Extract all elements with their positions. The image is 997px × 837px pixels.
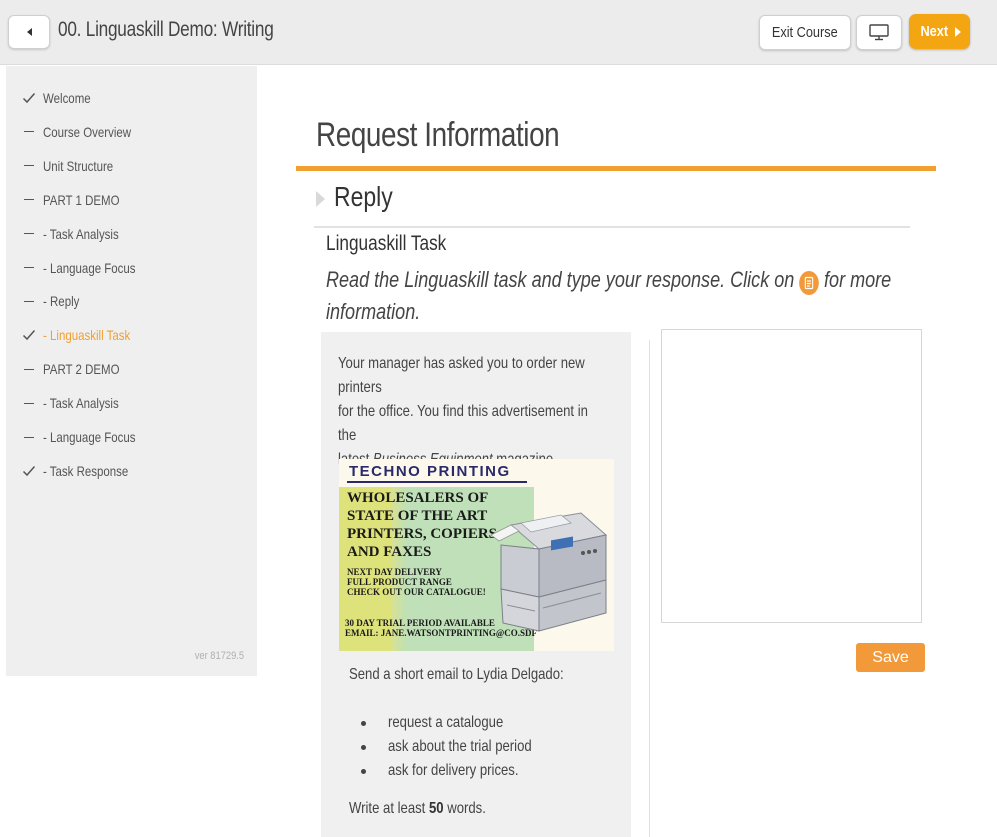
checkmark-icon (22, 328, 36, 342)
sidebar-item[interactable]: Unit Structure (6, 151, 257, 181)
section-title: Reply (334, 181, 393, 212)
sidebar-item-label: - Language Focus (43, 429, 136, 445)
instructions-line-2: information. (326, 299, 421, 324)
task-intro: Your manager has asked you to order new … (338, 352, 609, 472)
chevron-right-icon (954, 26, 961, 37)
next-label: Next (920, 23, 949, 40)
word-count-post: words. (447, 800, 486, 817)
word-count-instruction: Write at least 50 words. (349, 800, 486, 818)
ad-features: NEXT DAY DELIVERY FULL PRODUCT RANGE CHE… (347, 567, 486, 597)
task-panel: Your manager has asked you to order new … (321, 332, 631, 837)
notes-icon[interactable] (799, 271, 820, 295)
task-intro-line-2: for the office. You find this advertisem… (338, 403, 588, 444)
task-bullet-text: ask about the trial period (388, 738, 532, 755)
dash-icon (22, 227, 36, 241)
sidebar-item[interactable]: PART 2 DEMO (6, 354, 257, 384)
sidebar-item-label: - Task Analysis (43, 395, 119, 412)
instructions: Read the Linguaskill task and type your … (326, 264, 966, 328)
ad-headline-line-4: AND FAXES (347, 544, 432, 560)
display-mode-button[interactable] (856, 15, 902, 50)
ad-headline-line-1: WHOLESALERS OF (347, 490, 489, 506)
task-bullet-text: ask for delivery prices. (388, 762, 519, 779)
sidebar: ver 81729.5 Welcome Course Overview Unit S… (6, 66, 257, 676)
sidebar-item[interactable]: - Task Analysis (6, 219, 257, 249)
advertisement-image: TECHNO PRINTING WHOLESALERS OF STATE OF … (339, 459, 614, 651)
next-button[interactable]: Next (909, 14, 970, 49)
checkmark-icon (22, 91, 36, 105)
version-label: ver 81729.5 (194, 650, 244, 662)
dash-icon (22, 430, 36, 444)
ad-feature-2: FULL PRODUCT RANGE (347, 577, 452, 587)
sidebar-item-label: Welcome (43, 90, 91, 106)
dash-icon (22, 294, 36, 308)
ad-headline-line-3: PRINTERS, COPIERS (347, 526, 498, 542)
ad-title-rule (347, 481, 527, 483)
task-intro-line-1: Your manager has asked you to order new … (338, 355, 585, 396)
chevron-left-icon (26, 28, 32, 36)
course-title: 00. Linguaskill Demo: Writing (58, 18, 274, 41)
instructions-text-1: Read the Linguaskill task and type your … (326, 267, 795, 292)
ad-headline-line-2: STATE OF THE ART (347, 508, 488, 524)
dash-icon (22, 193, 36, 207)
dash-icon (22, 362, 36, 376)
bullet-dot-icon (361, 769, 366, 774)
back-button[interactable] (8, 15, 50, 49)
sidebar-item-label: - Task Analysis (43, 225, 119, 242)
sidebar-item[interactable]: Welcome (6, 83, 257, 113)
sidebar-item[interactable]: - Task Response (6, 456, 257, 486)
ad-feature-1: NEXT DAY DELIVERY (347, 567, 442, 577)
section-header[interactable]: Reply (314, 178, 910, 228)
sidebar-item-label: Unit Structure (43, 157, 114, 174)
panel-divider (649, 340, 650, 837)
sidebar-item[interactable]: - Reply (6, 286, 257, 316)
expand-arrow-icon (316, 191, 325, 207)
title-divider (296, 166, 936, 171)
ad-feature-3: CHECK OUT OUR CATALOGUE! (347, 587, 486, 597)
dash-icon (22, 125, 36, 139)
sidebar-item-label: - Task Response (43, 462, 129, 479)
task-heading: Linguaskill Task (326, 232, 447, 255)
monitor-icon (869, 24, 889, 41)
sidebar-item[interactable]: - Language Focus (6, 422, 257, 452)
instructions-line-1: Read the Linguaskill task and type your … (326, 264, 891, 296)
dash-icon (22, 396, 36, 410)
checkmark-icon (22, 464, 36, 478)
printer-icon (491, 512, 608, 632)
sidebar-item[interactable]: Course Overview (6, 117, 257, 147)
sidebar-item[interactable]: - Linguaskill Task (6, 320, 257, 350)
ad-title: TECHNO PRINTING (349, 463, 511, 480)
sidebar-item-label: - Language Focus (43, 259, 136, 276)
sidebar-item-label: - Reply (43, 293, 80, 310)
sidebar-item-label: PART 1 DEMO (43, 191, 120, 208)
dash-icon (22, 159, 36, 173)
save-button[interactable]: Save (856, 643, 925, 672)
ad-headline: WHOLESALERS OF STATE OF THE ART PRINTERS… (347, 489, 497, 561)
document-icon (804, 276, 814, 290)
task-bullet-text: request a catalogue (388, 714, 504, 731)
bullet-dot-icon (361, 721, 366, 726)
sidebar-item[interactable]: - Task Analysis (6, 388, 257, 418)
sidebar-item-label: Course Overview (43, 123, 132, 140)
response-textarea[interactable] (661, 329, 922, 623)
word-count-number: 50 (428, 800, 444, 817)
bullet-dot-icon (361, 745, 366, 750)
top-bar: 00. Linguaskill Demo: Writing Exit Cours… (0, 0, 997, 65)
dash-icon (22, 261, 36, 275)
word-count-pre: Write at least (349, 800, 426, 817)
sidebar-item[interactable]: - Language Focus (6, 253, 257, 283)
instructions-text-2: for more (824, 267, 892, 292)
exit-course-button[interactable]: Exit Course (759, 15, 851, 50)
exit-course-label: Exit Course (772, 24, 838, 41)
sidebar-item[interactable]: PART 1 DEMO (6, 185, 257, 215)
page-title: Request Information (316, 116, 560, 154)
sidebar-item-label: - Linguaskill Task (43, 327, 131, 344)
sidebar-item-label: PART 2 DEMO (43, 361, 120, 378)
send-instruction: Send a short email to Lydia Delgado: (349, 666, 564, 683)
